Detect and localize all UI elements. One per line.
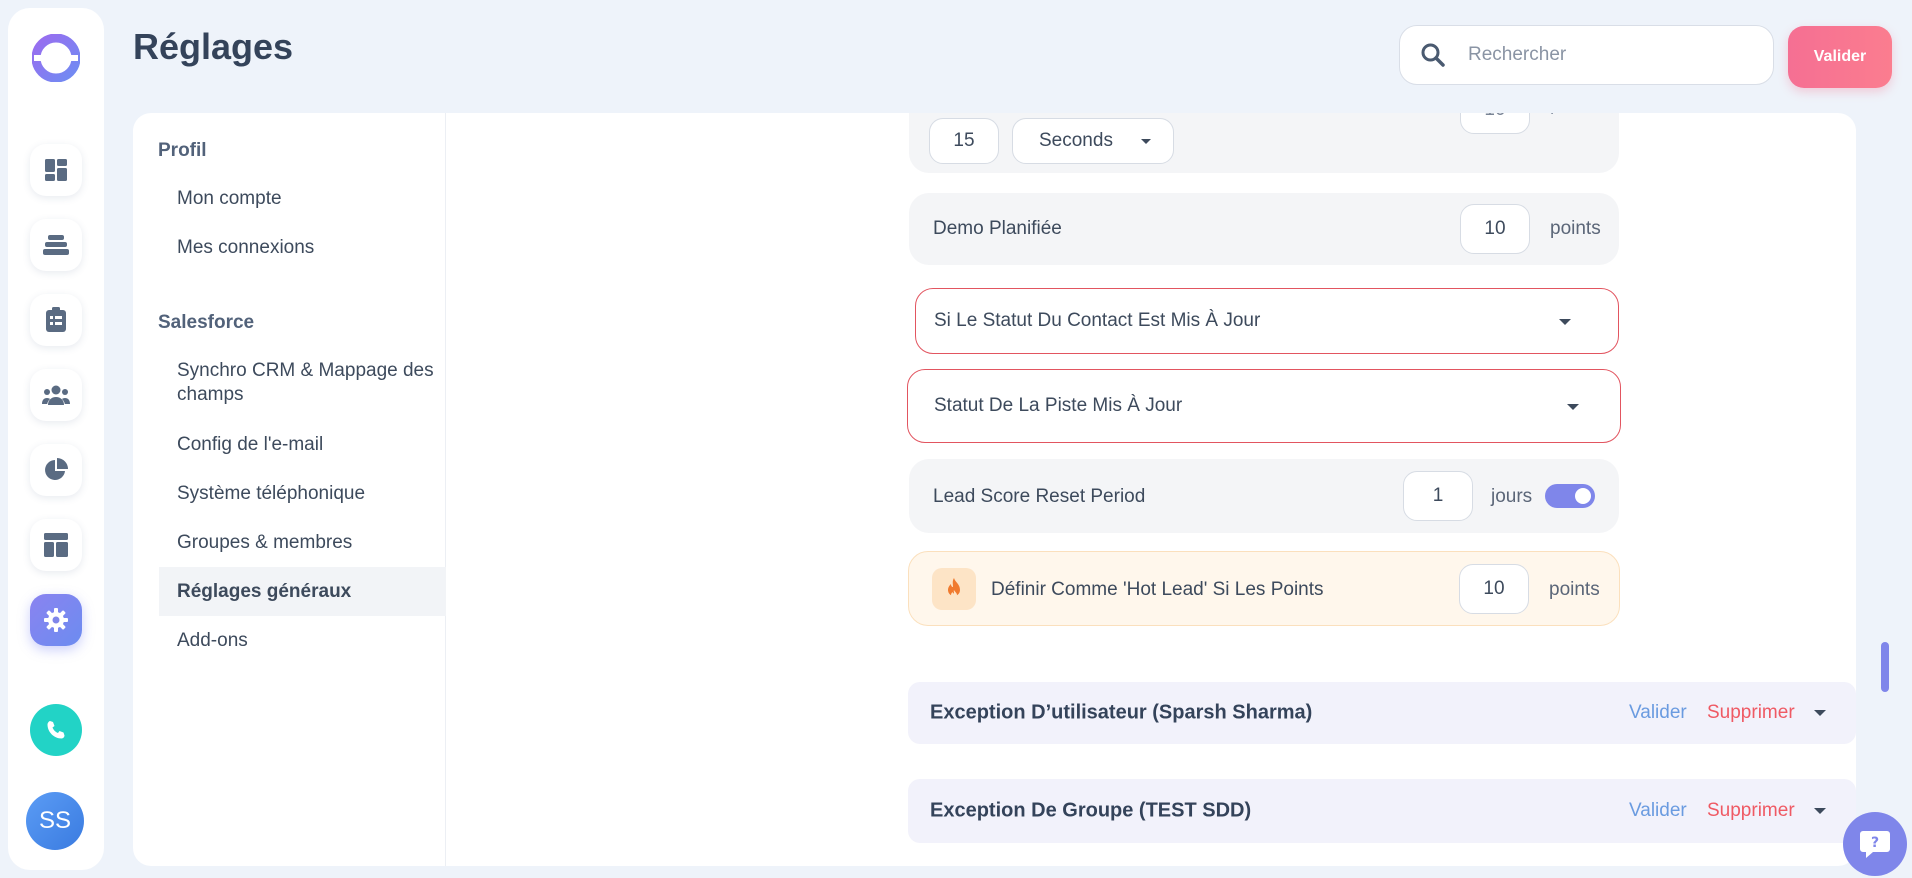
team-icon[interactable] xyxy=(30,369,82,421)
subnav-item-add-ons[interactable]: Add-ons xyxy=(159,629,446,653)
section-heading-profil: Profil xyxy=(158,140,207,161)
reset-period-label: Lead Score Reset Period xyxy=(933,486,1146,507)
chevron-down-icon xyxy=(1141,139,1151,144)
help-chat-icon: ? xyxy=(1860,831,1890,858)
reset-period-unit: jours xyxy=(1491,486,1533,507)
subnav-item-systeme-telephonique[interactable]: Système téléphonique xyxy=(159,482,446,506)
reset-period-toggle[interactable] xyxy=(1545,484,1595,508)
contact-status-dropdown[interactable]: Si Le Statut Du Contact Est Mis À Jour xyxy=(915,288,1619,354)
group-exception-row[interactable]: Exception De Groupe (TEST SDD) Valider S… xyxy=(908,779,1856,843)
dashboard-icon[interactable] xyxy=(30,144,82,196)
group-exception-supprimer-link[interactable]: Supprimer xyxy=(1707,800,1795,822)
duration-rule-card: 15 Seconds 10 points xyxy=(909,113,1619,173)
contact-status-dropdown-label: Si Le Statut Du Contact Est Mis À Jour xyxy=(934,310,1261,331)
chevron-down-icon xyxy=(1559,319,1571,325)
subnav-item-config-email[interactable]: Config de l'e-mail xyxy=(159,433,446,457)
user-avatar[interactable]: SS xyxy=(26,792,84,850)
search-box[interactable] xyxy=(1399,25,1774,85)
phone-icon xyxy=(47,721,65,739)
reset-period-input[interactable]: 1 xyxy=(1403,471,1473,521)
user-exception-valider-link[interactable]: Valider xyxy=(1629,702,1687,724)
subnav-item-mon-compte[interactable]: Mon compte xyxy=(159,187,446,211)
lead-status-dropdown-label: Statut De La Piste Mis À Jour xyxy=(934,395,1183,416)
layout-icon[interactable] xyxy=(30,519,82,571)
duration-points-value: 10 xyxy=(1484,113,1505,121)
settings-gear-icon[interactable] xyxy=(30,594,82,646)
demo-points-unit: points xyxy=(1550,218,1601,239)
phone-dialer-button[interactable] xyxy=(30,704,82,756)
page-title: Réglages xyxy=(133,26,294,67)
duration-unit-label: Seconds xyxy=(1039,130,1113,151)
user-exception-row[interactable]: Exception D’utilisateur (Sparsh Sharma) … xyxy=(908,682,1856,744)
search-input[interactable] xyxy=(1468,44,1758,66)
reset-period-card: Lead Score Reset Period 1 jours xyxy=(909,459,1619,533)
hot-lead-card: Définir Comme 'Hot Lead' Si Les Points 1… xyxy=(908,551,1620,626)
hot-lead-label: Définir Comme 'Hot Lead' Si Les Points xyxy=(991,579,1324,600)
help-chat-button[interactable]: ? xyxy=(1843,812,1907,876)
fire-icon xyxy=(932,568,976,610)
left-rail: SS xyxy=(8,8,104,870)
chevron-down-icon[interactable] xyxy=(1814,808,1826,814)
duration-value-input[interactable]: 15 xyxy=(929,118,999,164)
chevron-down-icon xyxy=(1567,404,1579,410)
demo-rule-card: Demo Planifiée 10 points xyxy=(909,193,1619,265)
subnav-item-synchro-crm[interactable]: Synchro CRM & Mappage des champs xyxy=(159,359,446,407)
search-icon xyxy=(1421,43,1445,67)
duration-unit-select[interactable]: Seconds xyxy=(1012,118,1174,164)
group-exception-title: Exception De Groupe (TEST SDD) xyxy=(930,799,1252,822)
duration-points-unit: points xyxy=(1550,113,1601,116)
group-exception-valider-link[interactable]: Valider xyxy=(1629,800,1687,822)
subnav-item-groupes-membres[interactable]: Groupes & membres xyxy=(159,531,446,555)
settings-panel: Profil Mon compte Mes connexions Salesfo… xyxy=(133,113,1856,866)
subnav-item-reglages-generaux[interactable]: Réglages généraux xyxy=(159,567,446,616)
user-exception-supprimer-link[interactable]: Supprimer xyxy=(1707,702,1795,724)
user-exception-title: Exception D’utilisateur (Sparsh Sharma) xyxy=(930,701,1313,724)
toggle-knob xyxy=(1575,488,1591,504)
valider-button[interactable]: Valider xyxy=(1788,26,1892,88)
demo-label: Demo Planifiée xyxy=(933,218,1062,239)
scrollbar-thumb[interactable] xyxy=(1881,642,1889,692)
stack-icon[interactable] xyxy=(30,219,82,271)
demo-points-input[interactable]: 10 xyxy=(1460,204,1530,254)
section-heading-salesforce: Salesforce xyxy=(158,312,255,333)
svg-text:?: ? xyxy=(1871,835,1879,851)
chevron-down-icon[interactable] xyxy=(1814,710,1826,716)
settings-subnav: Profil Mon compte Mes connexions Salesfo… xyxy=(133,113,446,866)
lead-status-dropdown[interactable]: Statut De La Piste Mis À Jour xyxy=(907,369,1621,443)
subnav-item-mes-connexions[interactable]: Mes connexions xyxy=(159,236,446,260)
pie-chart-icon[interactable] xyxy=(30,444,82,496)
hot-lead-points-unit: points xyxy=(1549,579,1600,600)
hot-lead-points-input[interactable]: 10 xyxy=(1459,564,1529,614)
duration-points-input[interactable]: 10 xyxy=(1460,113,1530,134)
clipboard-icon[interactable] xyxy=(30,294,82,346)
app-logo[interactable] xyxy=(31,33,81,83)
